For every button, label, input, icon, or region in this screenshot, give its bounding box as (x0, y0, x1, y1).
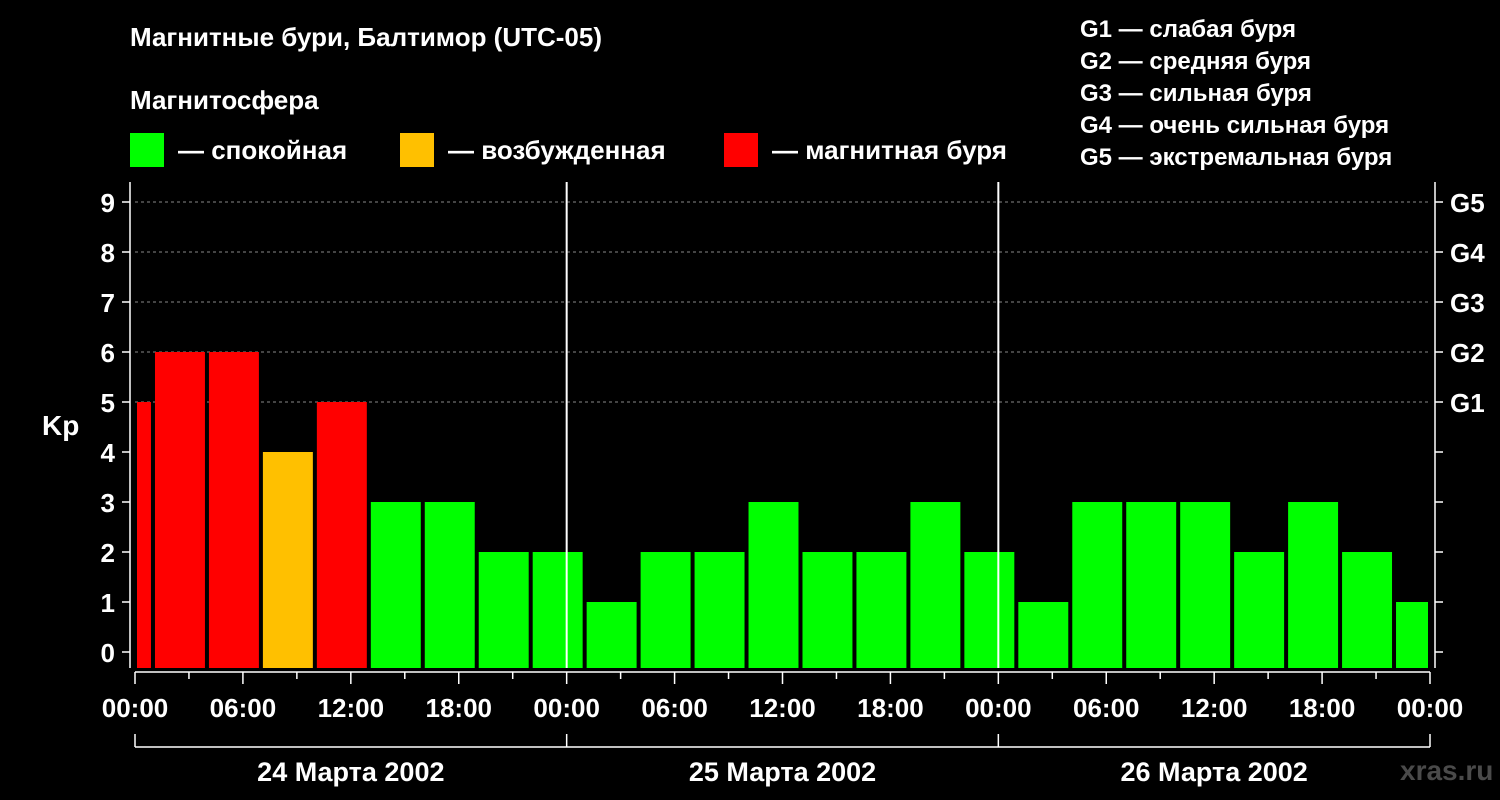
kp-bar (1396, 602, 1428, 668)
kp-bar-chart: 0 1 2 3 4 5 6 7 8 9 G1 G2 G3 G4 G5 00:00 06:00 12:00 18:00… (101, 182, 1485, 787)
kp-bar (964, 552, 1015, 668)
y-tick-label: 4 (101, 438, 116, 468)
y-tick-label: 7 (101, 288, 115, 318)
x-tick-label: 06:00 (641, 693, 708, 723)
kp-bar (1234, 552, 1285, 668)
kp-bar (1072, 502, 1123, 668)
x-tick-label: 00:00 (533, 693, 600, 723)
x-tick-label: 00:00 (1397, 693, 1464, 723)
kp-bar (1342, 552, 1393, 668)
y-tick-label: 6 (101, 338, 115, 368)
y-tick-label: 1 (101, 588, 115, 618)
g-scale-axis-label: G4 (1450, 238, 1485, 268)
kp-bar (1288, 502, 1339, 668)
kp-bar (370, 502, 421, 668)
x-tick-label: 18:00 (1289, 693, 1356, 723)
g-scale-axis-label: G1 (1450, 388, 1485, 418)
day-label: 24 Марта 2002 (257, 757, 444, 787)
kp-bar (586, 602, 637, 668)
kp-bar (154, 352, 205, 668)
x-tick-label: 18:00 (426, 693, 493, 723)
kp-bar (910, 502, 961, 668)
y-tick-label: 0 (101, 638, 115, 668)
kp-bar (478, 552, 529, 668)
kp-bar (748, 502, 799, 668)
day-label: 25 Марта 2002 (689, 757, 876, 787)
x-tick-label: 12:00 (749, 693, 816, 723)
x-tick-label: 18:00 (857, 693, 924, 723)
g-scale-axis-label: G5 (1450, 188, 1485, 218)
kp-bar (1018, 602, 1069, 668)
kp-bar (208, 352, 259, 668)
kp-bar (856, 552, 907, 668)
x-tick-label: 00:00 (965, 693, 1032, 723)
y-tick-label: 2 (101, 538, 115, 568)
x-tick-label: 00:00 (102, 693, 169, 723)
x-tick-label: 12:00 (1181, 693, 1248, 723)
x-tick-label: 12:00 (318, 693, 385, 723)
kp-bar (137, 402, 151, 668)
y-tick-label: 3 (101, 488, 115, 518)
kp-bar (802, 552, 853, 668)
g-scale-axis-label: G2 (1450, 338, 1485, 368)
kp-bar (262, 452, 313, 668)
kp-bar (532, 552, 583, 668)
kp-bar (694, 552, 745, 668)
y-tick-label: 5 (101, 388, 115, 418)
kp-bar (316, 402, 367, 668)
kp-bar (424, 502, 475, 668)
kp-bar (1126, 502, 1177, 668)
y-tick-label: 9 (101, 188, 115, 218)
x-tick-label: 06:00 (1073, 693, 1140, 723)
kp-bar (1180, 502, 1231, 668)
y-tick-label: 8 (101, 238, 115, 268)
kp-bar (640, 552, 691, 668)
x-tick-label: 06:00 (210, 693, 277, 723)
day-label: 26 Марта 2002 (1121, 757, 1308, 787)
g-scale-axis-label: G3 (1450, 288, 1485, 318)
